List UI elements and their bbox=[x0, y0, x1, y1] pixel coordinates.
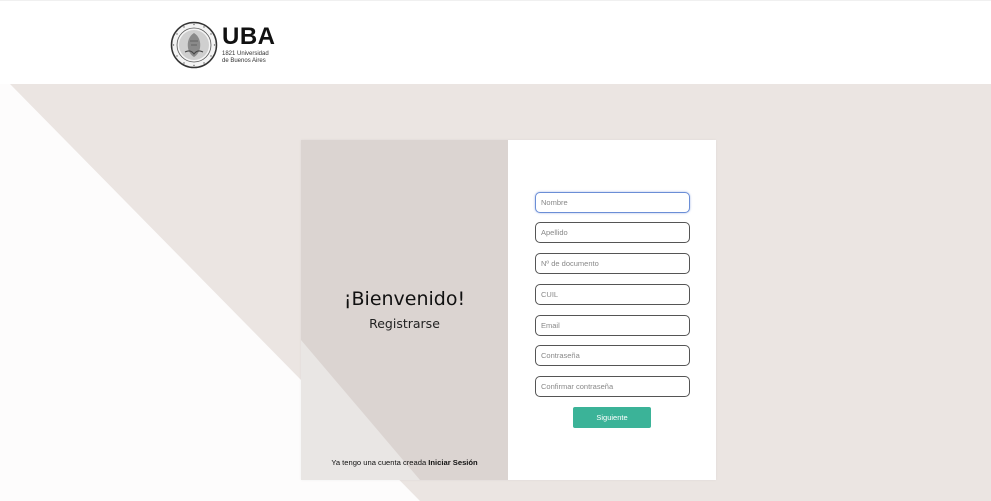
logo-subtitle-line2: de Buenos Aires bbox=[222, 58, 266, 64]
login-link[interactable]: Iniciar Sesión bbox=[428, 458, 477, 467]
email-input[interactable] bbox=[535, 315, 690, 336]
password-input[interactable] bbox=[535, 345, 690, 366]
welcome-title: ¡Bienvenido! bbox=[343, 288, 466, 310]
document-number-input[interactable] bbox=[535, 253, 690, 274]
top-bar: UBA 1821 Universidad de Buenos Aires bbox=[0, 0, 991, 84]
logo-subtitle-line1: 1821 Universidad bbox=[222, 51, 269, 58]
logo-title: UBA bbox=[222, 23, 276, 51]
logo-subtitle: 1821 Universidad de Buenos Aires bbox=[222, 51, 276, 65]
university-seal-icon bbox=[170, 21, 218, 69]
register-form: Siguiente bbox=[508, 140, 716, 480]
login-prompt-text: Ya tengo una cuenta creada bbox=[331, 458, 427, 467]
last-name-input[interactable] bbox=[535, 222, 690, 243]
register-card: ¡Bienvenido! Registrarse Ya tengo una cu… bbox=[301, 140, 716, 480]
welcome-block: ¡Bienvenido! Registrarse bbox=[301, 288, 508, 331]
welcome-subtitle: Registrarse bbox=[369, 316, 440, 331]
uba-logo[interactable]: UBA 1821 Universidad de Buenos Aires bbox=[170, 21, 276, 69]
login-prompt: Ya tengo una cuenta creada Iniciar Sesió… bbox=[301, 458, 508, 467]
welcome-panel: ¡Bienvenido! Registrarse Ya tengo una cu… bbox=[301, 140, 508, 480]
first-name-input[interactable] bbox=[535, 192, 690, 213]
cuil-input[interactable] bbox=[535, 284, 690, 305]
next-button[interactable]: Siguiente bbox=[573, 407, 651, 428]
confirm-password-input[interactable] bbox=[535, 376, 690, 397]
